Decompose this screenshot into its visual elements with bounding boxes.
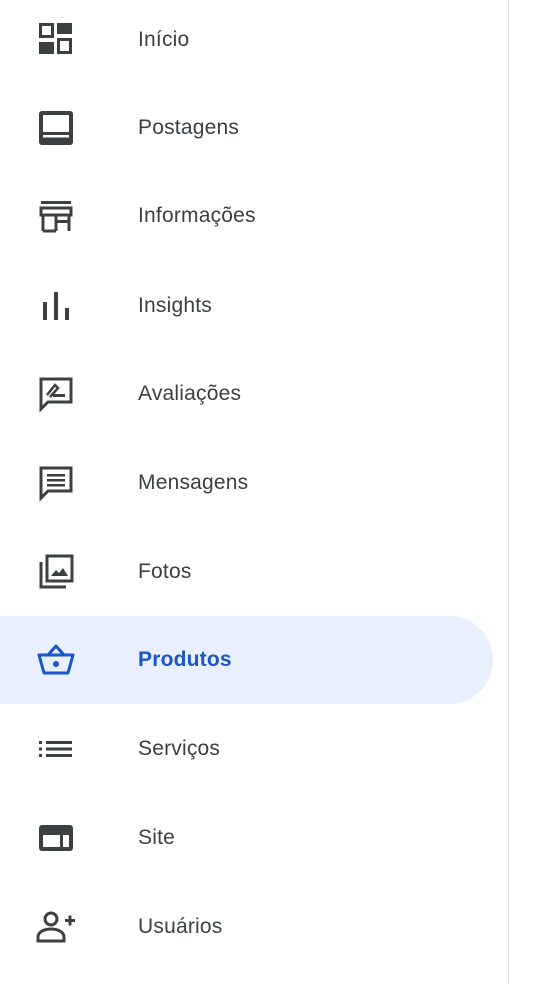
- sidebar-item-informacoes[interactable]: Informações: [0, 172, 493, 260]
- sidebar-item-label: Informações: [138, 204, 256, 227]
- bar-chart-icon: [36, 286, 76, 326]
- sidebar-item-servicos[interactable]: Serviços: [0, 705, 493, 793]
- sidebar-item-label: Serviços: [138, 737, 221, 760]
- sidebar-item-fotos[interactable]: Fotos: [0, 528, 493, 616]
- sidebar-item-label: Avaliações: [138, 382, 242, 405]
- sidebar-item-usuarios[interactable]: Usuários: [0, 883, 493, 971]
- rate-review-icon: [36, 374, 76, 414]
- sidebar-item-label: Produtos: [138, 648, 232, 671]
- sidebar-item-label: Fotos: [138, 560, 192, 583]
- sidebar-item-avaliacoes[interactable]: Avaliações: [0, 350, 493, 438]
- message-icon: [36, 463, 76, 503]
- sidebar-item-label: Insights: [138, 294, 212, 317]
- basket-icon: [36, 640, 76, 680]
- sidebar-item-inicio[interactable]: Início: [0, 0, 493, 84]
- sidebar-item-produtos[interactable]: Produtos: [0, 616, 493, 704]
- dashboard-icon: [36, 20, 76, 60]
- photo-library-icon: [36, 552, 76, 592]
- person-add-icon: [36, 907, 76, 947]
- sidebar-item-mensagens[interactable]: Mensagens: [0, 439, 493, 527]
- sidebar-item-label: Usuários: [138, 915, 223, 938]
- sidebar-item-label: Site: [138, 826, 175, 849]
- sidebar-item-insights[interactable]: Insights: [0, 262, 493, 350]
- list-icon: [36, 729, 76, 769]
- web-icon: [36, 818, 76, 858]
- sidebar-item-site[interactable]: Site: [0, 794, 493, 882]
- sidebar-item-label: Início: [138, 28, 190, 51]
- sidebar-item-label: Postagens: [138, 116, 240, 139]
- sidebar-item-postagens[interactable]: Postagens: [0, 84, 493, 172]
- storefront-icon: [36, 196, 76, 236]
- sidebar: Início Postagens Informações Insights Av…: [0, 0, 509, 984]
- sidebar-item-label: Mensagens: [138, 471, 249, 494]
- posts-icon: [36, 108, 76, 148]
